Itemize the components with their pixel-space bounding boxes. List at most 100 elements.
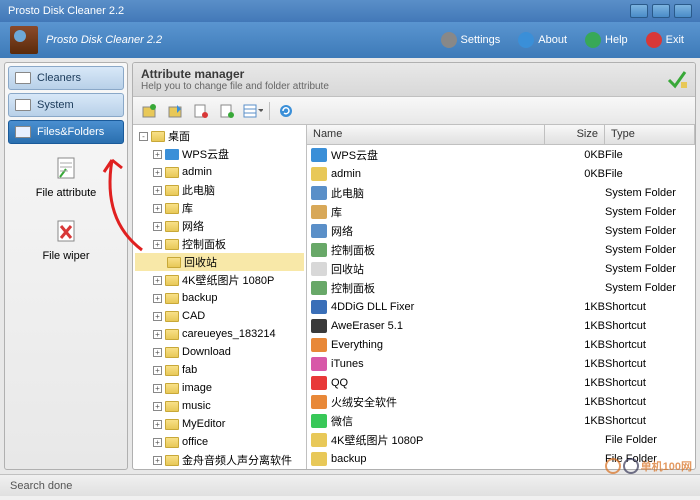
list-row[interactable]: 网络System Folder bbox=[307, 221, 695, 240]
expand-icon[interactable]: + bbox=[153, 150, 162, 159]
toolbar-refresh[interactable] bbox=[276, 101, 296, 121]
tree-item[interactable]: +控制面板 bbox=[135, 235, 304, 253]
expand-icon[interactable]: + bbox=[153, 312, 162, 321]
tree-item[interactable]: + office bbox=[135, 433, 304, 451]
tree-item[interactable]: + image bbox=[135, 379, 304, 397]
list-body[interactable]: WPS云盘0KBFileadmin0KBFile此电脑System Folder… bbox=[307, 145, 695, 469]
item-type: System Folder bbox=[605, 206, 695, 218]
toolbar-btn-2[interactable] bbox=[165, 101, 185, 121]
folder-tree[interactable]: -桌面+WPS云盘+admin+此电脑+库+网络+控制面板回收站+4K壁纸图片 … bbox=[133, 125, 307, 469]
item-name: 库 bbox=[331, 204, 342, 220]
item-type: System Folder bbox=[605, 282, 695, 294]
list-header: Name Size Type bbox=[307, 125, 695, 145]
expand-icon[interactable]: + bbox=[153, 438, 162, 447]
expand-icon[interactable]: + bbox=[153, 330, 162, 339]
list-row[interactable]: WPS云盘0KBFile bbox=[307, 145, 695, 164]
toolbar-btn-1[interactable] bbox=[139, 101, 159, 121]
item-icon bbox=[311, 357, 327, 371]
expand-icon[interactable]: + bbox=[153, 276, 162, 285]
sidebar-item-system[interactable]: System bbox=[8, 93, 124, 117]
tree-item[interactable]: + backup bbox=[135, 289, 304, 307]
tree-item[interactable]: +库 bbox=[135, 199, 304, 217]
list-row[interactable]: admin0KBFile bbox=[307, 164, 695, 183]
tree-item[interactable]: + WPS云盘 bbox=[135, 145, 304, 163]
expand-icon[interactable]: + bbox=[153, 402, 162, 411]
expand-icon[interactable]: + bbox=[153, 294, 162, 303]
item-type: Shortcut bbox=[605, 396, 695, 408]
apply-icon[interactable] bbox=[667, 70, 687, 90]
expand-icon[interactable]: + bbox=[153, 204, 162, 213]
expand-icon[interactable]: + bbox=[153, 222, 162, 231]
tree-item[interactable]: +music bbox=[135, 397, 304, 415]
tree-item[interactable]: -桌面 bbox=[135, 127, 304, 145]
expand-icon[interactable]: + bbox=[153, 384, 162, 393]
file-list: Name Size Type WPS云盘0KBFileadmin0KBFile此… bbox=[307, 125, 695, 469]
tree-item[interactable]: + Download bbox=[135, 343, 304, 361]
item-type: File bbox=[605, 149, 695, 161]
tree-item[interactable]: +此电脑 bbox=[135, 181, 304, 199]
close-button[interactable] bbox=[674, 4, 692, 18]
tree-label: Download bbox=[182, 346, 231, 358]
item-size: 0KB bbox=[545, 149, 605, 161]
expand-icon[interactable]: + bbox=[153, 240, 162, 249]
about-button[interactable]: About bbox=[512, 30, 573, 50]
tree-item[interactable]: +fab bbox=[135, 361, 304, 379]
expand-icon[interactable]: + bbox=[153, 348, 162, 357]
tree-label: 网络 bbox=[182, 218, 204, 234]
list-row[interactable]: AweEraser 5.11KBShortcut bbox=[307, 316, 695, 335]
tree-item[interactable]: +4K壁纸图片 1080P bbox=[135, 271, 304, 289]
expand-icon[interactable]: + bbox=[153, 186, 162, 195]
file-wiper-tool[interactable]: File wiper bbox=[8, 210, 124, 270]
list-row[interactable]: 此电脑System Folder bbox=[307, 183, 695, 202]
list-row[interactable]: iTunes1KBShortcut bbox=[307, 354, 695, 373]
toolbar-btn-4[interactable] bbox=[217, 101, 237, 121]
expand-icon[interactable]: + bbox=[153, 366, 162, 375]
tree-label: backup bbox=[182, 292, 217, 304]
column-type[interactable]: Type bbox=[605, 125, 695, 144]
expand-icon[interactable]: - bbox=[139, 132, 148, 141]
expand-icon[interactable]: + bbox=[153, 420, 162, 429]
list-row[interactable]: 回收站System Folder bbox=[307, 259, 695, 278]
settings-button[interactable]: Settings bbox=[435, 30, 507, 50]
tree-item[interactable]: +admin bbox=[135, 163, 304, 181]
header: Prosto Disk Cleaner 2.2 Settings About H… bbox=[0, 22, 700, 58]
list-row[interactable]: 控制面板 System Folder bbox=[307, 278, 695, 297]
folder-icon bbox=[165, 437, 179, 448]
item-icon bbox=[311, 300, 327, 314]
tree-label: WPS云盘 bbox=[182, 146, 229, 162]
column-size[interactable]: Size bbox=[545, 125, 605, 144]
list-row[interactable]: 4K壁纸图片 1080PFile Folder bbox=[307, 430, 695, 449]
maximize-button[interactable] bbox=[652, 4, 670, 18]
list-row[interactable]: 4DDiG DLL Fixer1KBShortcut bbox=[307, 297, 695, 316]
list-row[interactable]: 微信1KBShortcut bbox=[307, 411, 695, 430]
tree-item[interactable]: +CAD bbox=[135, 307, 304, 325]
tree-item[interactable]: +MyEditor bbox=[135, 415, 304, 433]
item-icon bbox=[311, 167, 327, 181]
list-row[interactable]: 控制面板System Folder bbox=[307, 240, 695, 259]
toolbar-btn-3[interactable] bbox=[191, 101, 211, 121]
list-row[interactable]: 火绒安全软件1KBShortcut bbox=[307, 392, 695, 411]
list-row[interactable]: Everything1KBShortcut bbox=[307, 335, 695, 354]
toolbar-view-dropdown[interactable] bbox=[243, 101, 263, 121]
sidebar-item-files-folders[interactable]: Files&Folders bbox=[8, 120, 124, 144]
help-button[interactable]: Help bbox=[579, 30, 634, 50]
list-row[interactable]: QQ1KBShortcut bbox=[307, 373, 695, 392]
expand-icon[interactable]: + bbox=[153, 168, 162, 177]
tree-label: image bbox=[182, 382, 212, 394]
item-size: 1KB bbox=[545, 358, 605, 370]
file-attribute-tool[interactable]: File attribute bbox=[8, 147, 124, 207]
sidebar-item-cleaners[interactable]: Cleaners bbox=[8, 66, 124, 90]
column-name[interactable]: Name bbox=[307, 125, 545, 144]
folder-icon bbox=[165, 185, 179, 196]
item-size: 1KB bbox=[545, 396, 605, 408]
tree-item[interactable]: 回收站 bbox=[135, 253, 304, 271]
expand-icon[interactable]: + bbox=[153, 456, 162, 465]
minimize-button[interactable] bbox=[630, 4, 648, 18]
list-row[interactable]: 库 System Folder bbox=[307, 202, 695, 221]
item-name: 控制面板 bbox=[331, 280, 375, 296]
tree-item[interactable]: +金舟音频人声分离软件 bbox=[135, 451, 304, 469]
tree-item[interactable]: + 网络 bbox=[135, 217, 304, 235]
tree-label: office bbox=[182, 436, 208, 448]
exit-button[interactable]: Exit bbox=[640, 30, 690, 50]
tree-item[interactable]: +careueyes_183214 bbox=[135, 325, 304, 343]
